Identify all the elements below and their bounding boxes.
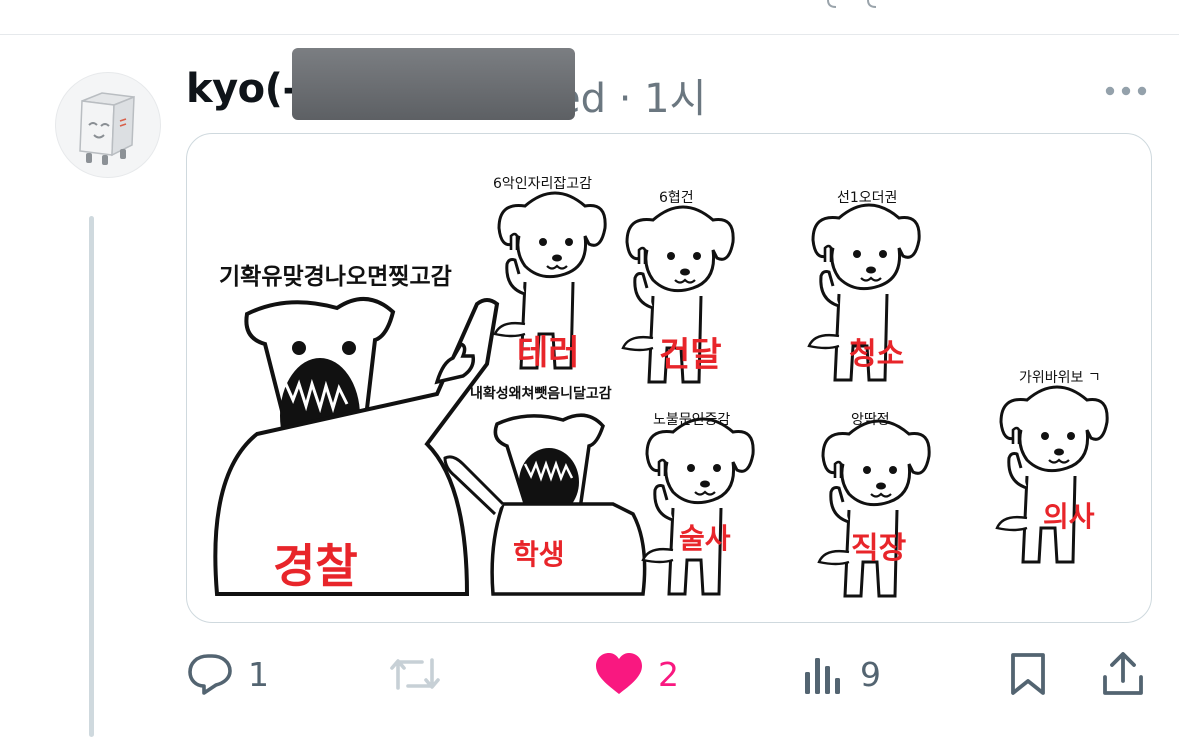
views-button[interactable]: 9 <box>802 648 881 700</box>
dog-4-figure <box>641 417 755 596</box>
dog-5-caption: 앙딱정 <box>851 412 890 428</box>
dog-2-tag: 건달 <box>659 335 722 375</box>
heart-icon <box>596 653 642 694</box>
author-handle-and-time[interactable]: ed · 1시 <box>556 66 706 124</box>
dog-6-figure <box>995 385 1109 564</box>
reply-button[interactable]: 1 <box>186 648 269 700</box>
dog-6-caption: 가위바위보 ㄱ <box>1019 370 1101 386</box>
share-icon <box>1103 652 1143 695</box>
more-icon[interactable] <box>1104 82 1148 100</box>
redaction-box <box>292 48 575 120</box>
repost-button[interactable] <box>388 648 456 700</box>
bookmark-icon <box>1011 653 1045 695</box>
dog-3-caption: 선1오더권 <box>837 190 897 206</box>
dog-2-caption: 6협건 <box>659 190 694 206</box>
partial-icon-top <box>827 0 877 8</box>
dog-5-tag: 직장 <box>851 531 907 566</box>
like-count: 2 <box>658 654 679 694</box>
reply-count: 1 <box>248 654 269 694</box>
avatar[interactable] <box>55 72 161 178</box>
dog-1-caption: 6악인자리잡고감 <box>493 176 592 192</box>
thread-line <box>89 216 94 737</box>
views-count: 9 <box>860 654 881 694</box>
like-button[interactable]: 2 <box>594 648 679 700</box>
post-media-image[interactable]: 기확유맞경나오면찢고감 내확성왜쳐뺏음니달고감 6악인자리잡고감 6협건 선1오… <box>186 133 1152 623</box>
top-divider <box>0 34 1179 35</box>
mid-dog-tag: 학생 <box>513 538 565 571</box>
views-icon <box>805 658 840 694</box>
author-name[interactable]: kyo(- <box>186 66 299 112</box>
dog-4-caption: 노불문인증감 <box>653 412 730 428</box>
reply-icon <box>188 654 232 695</box>
dog-3-tag: 청소 <box>849 337 904 372</box>
dog-1-tag: 테러 <box>517 333 580 373</box>
repost-icon <box>390 658 440 690</box>
bookmark-button[interactable] <box>1008 648 1048 700</box>
meme-illustration: 기확유맞경나오면찢고감 내확성왜쳐뺏음니달고감 6악인자리잡고감 6협건 선1오… <box>213 176 1109 598</box>
dog-5-figure <box>817 419 931 598</box>
headline-caption: 기확유맞경나오면찢고감 <box>219 264 452 290</box>
dog-6-tag: 의사 <box>1043 500 1095 533</box>
sub-headline-caption: 내확성왜쳐뺏음니달고감 <box>470 385 612 402</box>
big-dog-tag: 경찰 <box>273 539 358 593</box>
avatar-cube-icon <box>79 92 135 165</box>
dog-4-tag: 술사 <box>679 522 731 555</box>
share-button[interactable] <box>1100 648 1146 700</box>
timestamp: · 1시 <box>618 76 707 122</box>
